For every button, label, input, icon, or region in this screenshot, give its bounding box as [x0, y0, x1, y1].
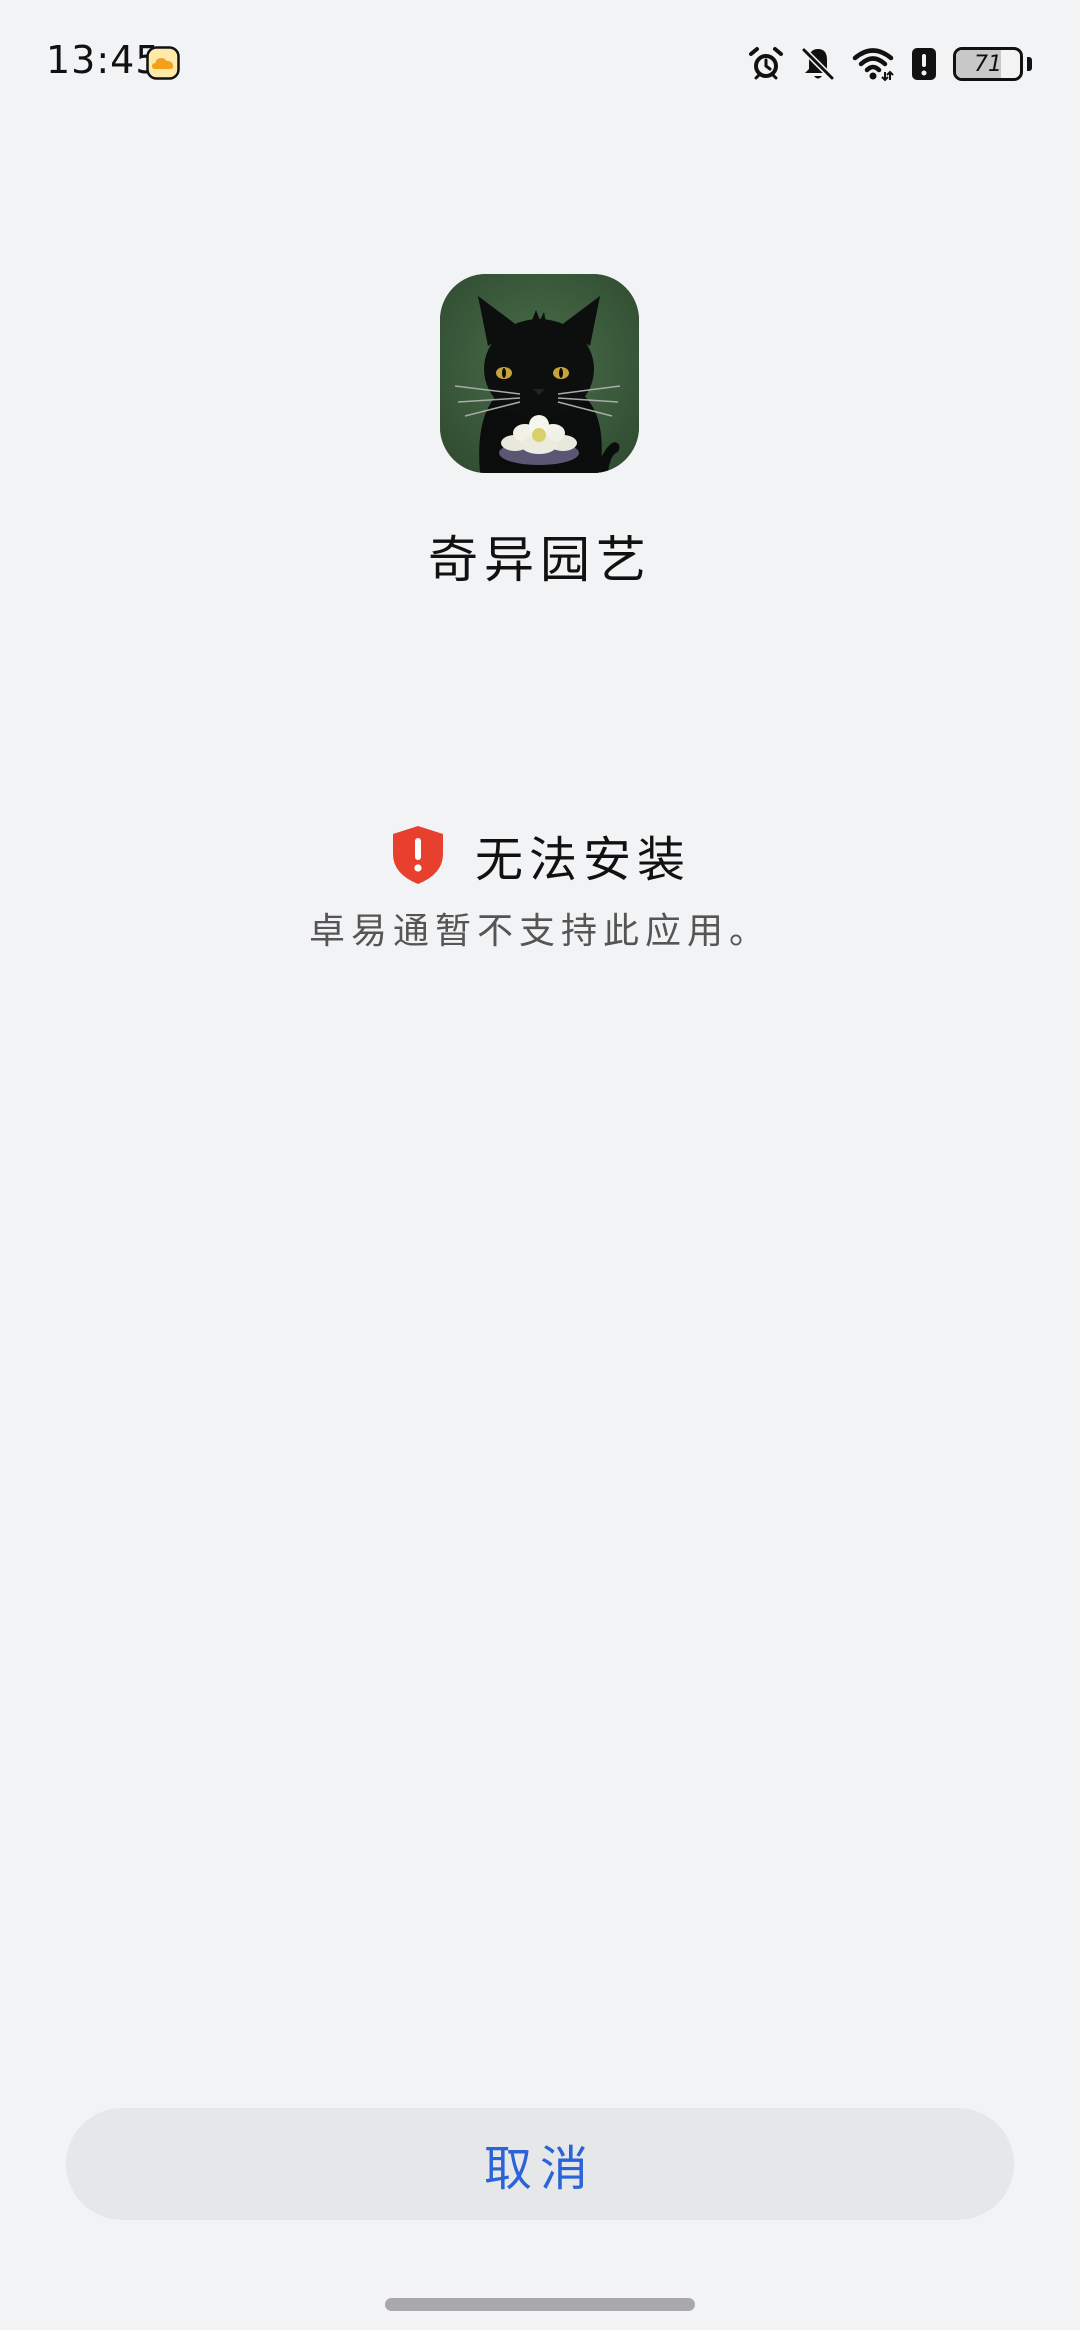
status-bar: 13:45 71 [0, 0, 1080, 130]
battery-icon: 71 [953, 47, 1023, 81]
wifi-icon [852, 48, 894, 82]
battery-tip [1027, 57, 1032, 71]
battery-level: 71 [974, 51, 1002, 77]
mute-bell-icon [801, 47, 835, 81]
install-error-header: 无法安装 [0, 822, 1080, 888]
red-shield-warning-icon [392, 826, 443, 884]
weather-cloud-icon [146, 46, 180, 80]
error-title: 无法安装 [474, 832, 691, 888]
alert-icon [912, 48, 936, 80]
app-icon [440, 274, 639, 473]
black-cat-with-flower-app-icon [440, 274, 639, 473]
status-time: 13:45 [46, 38, 161, 82]
error-description: 卓易通暂不支持此应用。 [308, 911, 771, 952]
status-icons: 71 [747, 42, 1032, 86]
alarm-icon [749, 47, 783, 80]
app-name: 奇异园艺 [428, 531, 652, 589]
cancel-button[interactable]: 取消 [66, 2108, 1014, 2220]
home-indicator[interactable] [385, 2298, 695, 2311]
